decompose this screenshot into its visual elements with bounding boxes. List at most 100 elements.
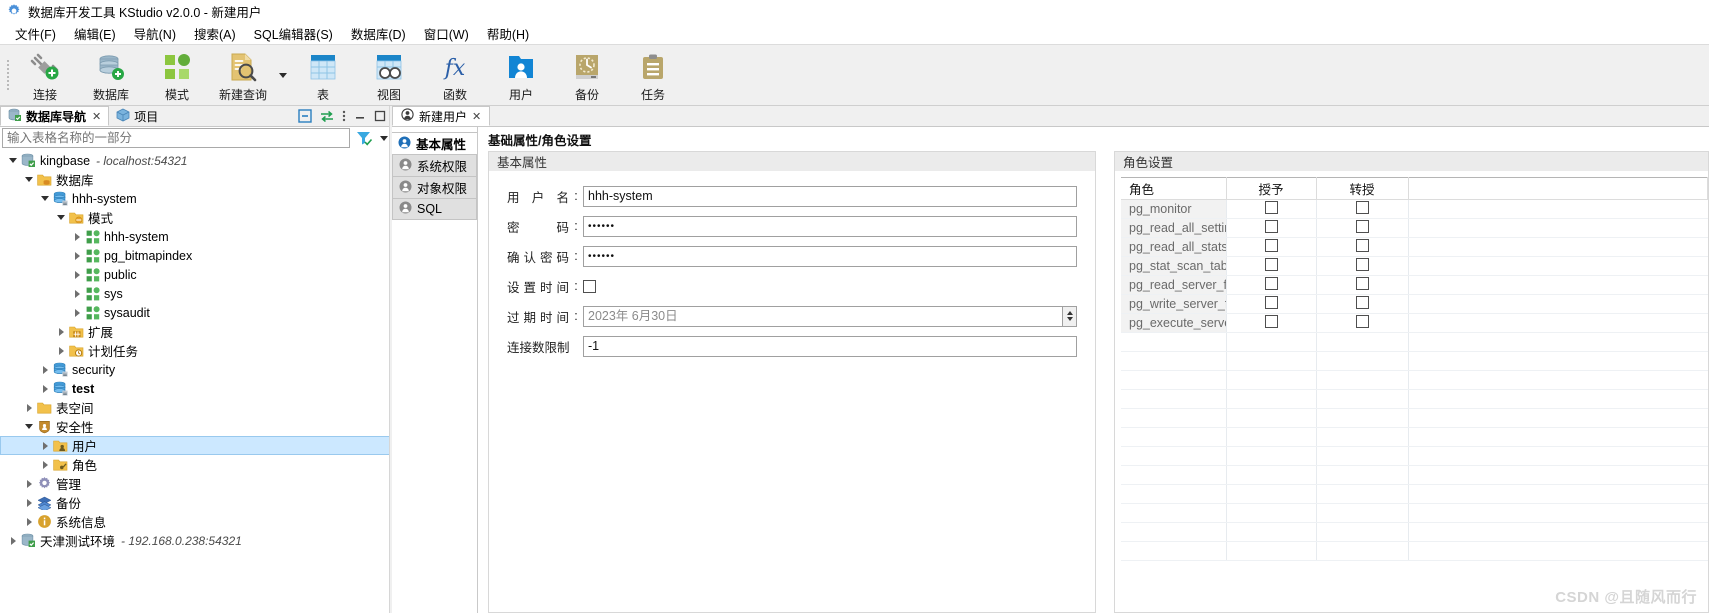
tree-item-备份[interactable]: 备份 <box>0 493 392 512</box>
tree-item-public[interactable]: public <box>0 265 392 284</box>
admin-option-checkbox-cell[interactable] <box>1316 199 1409 219</box>
collapse-all-icon[interactable] <box>298 109 312 123</box>
pane-splitter[interactable] <box>1096 151 1114 613</box>
admin-option-checkbox-cell[interactable] <box>1316 237 1409 257</box>
grant-checkbox[interactable] <box>1264 220 1278 233</box>
grant-checkbox[interactable] <box>1264 239 1278 252</box>
tree-item-test[interactable]: test <box>0 379 392 398</box>
toolbar-button-function[interactable]: fx 函数 <box>422 46 488 104</box>
chevron-right-icon[interactable] <box>38 379 52 398</box>
menu-item-search[interactable]: 搜索(A) <box>185 22 245 45</box>
tree-item-管理[interactable]: 管理 <box>0 474 392 493</box>
search-input[interactable] <box>2 128 350 148</box>
tree-item-计划任务[interactable]: 计划任务 <box>0 341 392 360</box>
toolbar-button-table[interactable]: 表 <box>290 46 356 104</box>
tree-item-安全性[interactable]: 安全性 <box>0 417 392 436</box>
chevron-right-icon[interactable] <box>22 398 36 417</box>
admin-option-checkbox-cell[interactable] <box>1316 256 1409 276</box>
maximize-icon[interactable] <box>374 110 386 122</box>
chevron-right-icon[interactable] <box>22 474 36 493</box>
grant-checkbox-cell[interactable] <box>1226 237 1317 257</box>
grant-checkbox-cell[interactable] <box>1226 199 1317 219</box>
chevron-down-icon[interactable] <box>38 189 52 208</box>
tree-item-表空间[interactable]: 表空间 <box>0 398 392 417</box>
expiry-time-input[interactable]: 2023年 6月30日 <box>583 305 1062 327</box>
grant-checkbox[interactable] <box>1264 296 1278 309</box>
tree-item-pg_bitmapindex[interactable]: pg_bitmapindex <box>0 246 392 265</box>
expiry-time-spinner[interactable]: 2023年 6月30日 <box>583 305 1077 327</box>
menu-item-help[interactable]: 帮助(H) <box>478 22 538 45</box>
toolbar-grip[interactable] <box>4 53 12 97</box>
filter-icon[interactable] <box>353 128 375 148</box>
menu-item-sql-editor[interactable]: SQL编辑器(S) <box>245 22 342 45</box>
table-row[interactable]: pg_read_all_stats <box>1121 237 1708 257</box>
chevron-right-icon[interactable] <box>70 265 84 284</box>
chevron-right-icon[interactable] <box>38 436 52 455</box>
admin-option-checkbox[interactable] <box>1355 296 1369 309</box>
chevron-right-icon[interactable] <box>54 322 68 341</box>
table-row[interactable]: pg_execute_server_program <box>1121 313 1708 333</box>
spinner-down-icon[interactable] <box>1066 317 1073 321</box>
confirm-password-input[interactable]: •••••• <box>583 245 1077 267</box>
toolbar-button-user[interactable]: 用户 <box>488 46 554 104</box>
tree-item-角色[interactable]: 角色 <box>0 455 392 474</box>
admin-option-checkbox-cell[interactable] <box>1316 313 1409 333</box>
view-menu-icon[interactable] <box>342 109 346 123</box>
chevron-right-icon[interactable] <box>70 284 84 303</box>
tab-project[interactable]: 项目 <box>109 106 165 126</box>
toolbar-button-backup[interactable]: 备份 <box>554 46 620 104</box>
connection-limit-input[interactable]: -1 <box>583 335 1077 357</box>
column-header-role[interactable]: 角色 <box>1121 177 1227 200</box>
admin-option-checkbox[interactable] <box>1355 239 1369 252</box>
tree-item-sysaudit[interactable]: sysaudit <box>0 303 392 322</box>
chevron-down-icon[interactable] <box>22 417 36 436</box>
table-row[interactable]: pg_monitor <box>1121 199 1708 219</box>
chevron-down-icon[interactable] <box>22 170 36 189</box>
tree-item-security[interactable]: security <box>0 360 392 379</box>
password-input[interactable]: •••••• <box>583 215 1077 237</box>
toolbar-button-connect[interactable]: 连接 <box>12 46 78 104</box>
chevron-right-icon[interactable] <box>54 341 68 360</box>
grant-checkbox-cell[interactable] <box>1226 313 1317 333</box>
chevron-right-icon[interactable] <box>38 360 52 379</box>
table-row[interactable]: pg_stat_scan_tables <box>1121 256 1708 276</box>
menu-item-file[interactable]: 文件(F) <box>6 22 65 45</box>
admin-option-checkbox[interactable] <box>1355 258 1369 271</box>
close-icon[interactable]: ✕ <box>472 110 481 123</box>
grant-checkbox[interactable] <box>1264 277 1278 290</box>
spinner-buttons[interactable] <box>1062 305 1077 327</box>
tree-item-kingbase[interactable]: kingbase - localhost:54321 <box>0 151 392 170</box>
chevron-right-icon[interactable] <box>22 493 36 512</box>
panel-resizer[interactable] <box>389 106 392 613</box>
grant-checkbox-cell[interactable] <box>1226 275 1317 295</box>
chevron-right-icon[interactable] <box>70 246 84 265</box>
admin-option-checkbox[interactable] <box>1355 315 1369 328</box>
sidenav-item-sql[interactable]: SQL <box>392 198 477 220</box>
new-query-dropdown-button[interactable] <box>276 46 290 104</box>
tree-item-hhh-system[interactable]: hhh-system <box>0 227 392 246</box>
spinner-up-icon[interactable] <box>1066 311 1073 315</box>
grant-checkbox-cell[interactable] <box>1226 256 1317 276</box>
chevron-down-icon[interactable] <box>54 208 68 227</box>
column-header-grant[interactable]: 授予 <box>1226 177 1317 200</box>
chevron-down-icon[interactable] <box>6 151 20 170</box>
tree-item-数据库[interactable]: 数据库 <box>0 170 392 189</box>
grant-checkbox[interactable] <box>1264 201 1278 214</box>
toolbar-button-new-query[interactable]: 新建查询 <box>210 46 276 104</box>
menu-item-navigate[interactable]: 导航(N) <box>125 22 185 45</box>
chevron-right-icon[interactable] <box>70 227 84 246</box>
grant-checkbox-cell[interactable] <box>1226 218 1317 238</box>
tree-item-天津测试环境[interactable]: 天津测试环境 - 192.168.0.238:54321 <box>0 531 392 550</box>
table-row[interactable]: pg_read_all_settings <box>1121 218 1708 238</box>
tree-item-模式[interactable]: 模式 <box>0 208 392 227</box>
sidenav-item-object-privileges[interactable]: 对象权限 <box>392 176 477 198</box>
role-table-body[interactable]: pg_monitorpg_read_all_settingspg_read_al… <box>1121 199 1708 561</box>
tab-new-user[interactable]: 新建用户 ✕ <box>392 106 491 126</box>
table-row[interactable]: pg_write_server_files <box>1121 294 1708 314</box>
grant-checkbox[interactable] <box>1264 258 1278 271</box>
sidenav-item-system-privileges[interactable]: 系统权限 <box>392 154 477 176</box>
toolbar-button-view[interactable]: 视图 <box>356 46 422 104</box>
minimize-icon[interactable] <box>354 110 366 122</box>
admin-option-checkbox-cell[interactable] <box>1316 218 1409 238</box>
tree-item-扩展[interactable]: 扩展 <box>0 322 392 341</box>
